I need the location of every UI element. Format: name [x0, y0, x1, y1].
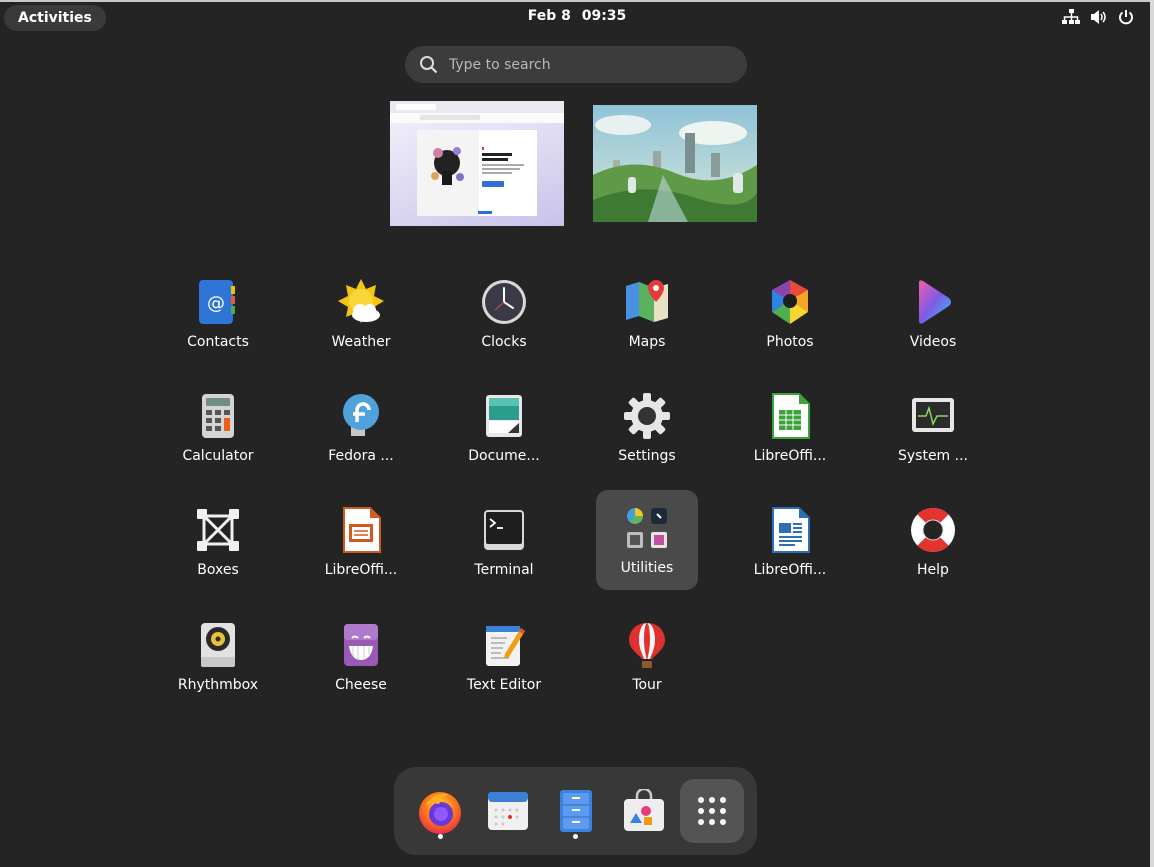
power-icon [1118, 9, 1134, 25]
app-label: Rhythmbox [177, 677, 259, 693]
app-rhythmbox[interactable]: Rhythmbox [167, 607, 269, 707]
app-label: LibreOffi... [753, 448, 827, 464]
volume-icon [1090, 9, 1108, 25]
weather-icon [335, 276, 387, 328]
app-label: Fedora ... [328, 448, 394, 464]
app-label: Weather [331, 334, 391, 350]
app-label: Videos [909, 334, 957, 350]
clock[interactable]: Feb 8 09:35 [0, 8, 1154, 24]
contacts-icon: @ [192, 276, 244, 328]
dock-software[interactable] [612, 779, 676, 843]
app-label: Photos [766, 334, 814, 350]
clock-time: 09:35 [581, 8, 627, 24]
app-text-editor[interactable]: Text Editor [453, 607, 555, 707]
app-cheese[interactable]: Cheese [310, 607, 412, 707]
videos-icon [907, 276, 959, 328]
help-lifebuoy-icon [907, 504, 959, 556]
workspace-thumbnail-2[interactable] [593, 105, 757, 222]
app-label: Calculator [182, 448, 254, 464]
clock-date: Feb 8 [527, 8, 571, 24]
app-label: LibreOffi... [753, 562, 827, 578]
tour-balloon-icon [621, 619, 673, 671]
dock-calendar[interactable] [476, 779, 540, 843]
cheese-icon [335, 619, 387, 671]
document-scanner-icon [478, 390, 530, 442]
calculator-icon [192, 390, 244, 442]
workspace-thumbnail-1[interactable] [390, 101, 564, 226]
app-label: System ... [897, 448, 968, 464]
show-apps-button[interactable] [680, 779, 744, 843]
calendar-icon [488, 792, 528, 830]
search-input[interactable] [447, 55, 721, 74]
libreoffice-writer-icon [764, 504, 816, 556]
search-icon [420, 55, 438, 73]
clocks-icon [478, 276, 530, 328]
text-editor-icon [478, 619, 530, 671]
rhythmbox-icon [192, 619, 244, 671]
app-label: Cheese [335, 677, 387, 693]
app-grid-icon [698, 797, 726, 825]
fedora-icon [335, 390, 387, 442]
app-label: Maps [628, 334, 666, 350]
workspace-2-wallpaper [593, 105, 757, 222]
app-maps[interactable]: Maps [596, 264, 698, 364]
app-system-monitor[interactable]: System ... [882, 378, 984, 478]
dash-dock [394, 767, 757, 855]
search-bar[interactable] [405, 46, 747, 83]
app-boxes[interactable]: Boxes [167, 492, 269, 592]
app-settings[interactable]: Settings [596, 378, 698, 478]
system-monitor-icon [907, 390, 959, 442]
app-weather[interactable]: Weather [310, 264, 412, 364]
libreoffice-impress-icon [335, 504, 387, 556]
workspace-1-preview [390, 101, 564, 216]
app-libreoffice-calc[interactable]: LibreOffi... [739, 378, 841, 478]
app-folder-utilities[interactable]: Utilities [596, 490, 698, 590]
svg-text:@: @ [207, 293, 225, 314]
app-label: Text Editor [466, 677, 542, 693]
app-label: LibreOffi... [324, 562, 398, 578]
boxes-icon [192, 504, 244, 556]
app-contacts[interactable]: @ Contacts [167, 264, 269, 364]
app-label: Help [917, 562, 949, 578]
maps-icon [621, 276, 673, 328]
app-calculator[interactable]: Calculator [167, 378, 269, 478]
system-tray[interactable] [1062, 9, 1134, 25]
screen-edge-right [1150, 0, 1154, 867]
app-document-scanner[interactable]: Docume... [453, 378, 555, 478]
app-clocks[interactable]: Clocks [453, 264, 555, 364]
network-icon [1062, 9, 1080, 25]
libreoffice-calc-icon [764, 390, 816, 442]
app-fedora-media-writer[interactable]: Fedora ... [310, 378, 412, 478]
app-label: Terminal [474, 562, 534, 578]
app-tour[interactable]: Tour [596, 607, 698, 707]
app-label: Clocks [481, 334, 527, 350]
photos-icon [764, 276, 816, 328]
running-indicator [573, 834, 578, 839]
running-indicator [438, 834, 443, 839]
app-label: Contacts [187, 334, 249, 350]
app-libreoffice-impress[interactable]: LibreOffi... [310, 492, 412, 592]
app-label: Utilities [620, 560, 674, 576]
utilities-folder-icon [621, 502, 673, 554]
app-libreoffice-writer[interactable]: LibreOffi... [739, 492, 841, 592]
app-label: Settings [618, 448, 676, 464]
app-label: Tour [632, 677, 662, 693]
app-videos[interactable]: Videos [882, 264, 984, 364]
gear-icon [621, 390, 673, 442]
app-label: Boxes [197, 562, 239, 578]
firefox-icon [419, 792, 461, 834]
top-bar: Activities Feb 8 09:35 [0, 2, 1150, 34]
software-icon [624, 789, 664, 831]
app-label: Docume... [468, 448, 540, 464]
app-terminal[interactable]: Terminal [453, 492, 555, 592]
app-help[interactable]: Help [882, 492, 984, 592]
terminal-icon [478, 504, 530, 556]
files-icon [560, 790, 592, 832]
app-photos[interactable]: Photos [739, 264, 841, 364]
